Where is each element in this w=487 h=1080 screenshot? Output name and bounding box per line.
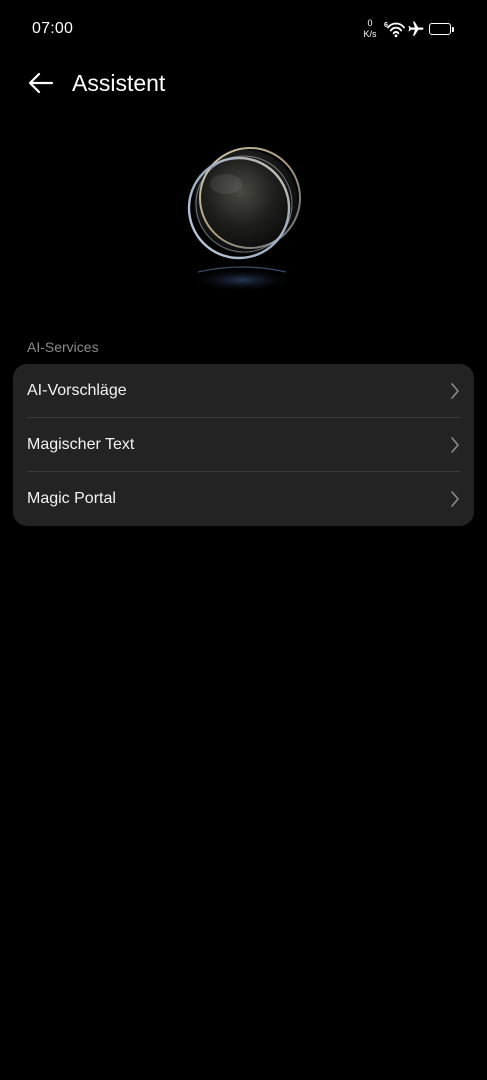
- battery-level: 45: [434, 23, 445, 33]
- section-label-ai-services: AI-Services: [27, 339, 99, 355]
- chevron-right-icon: [451, 437, 459, 453]
- app-header: Assistent: [0, 58, 487, 108]
- network-speed-unit: K/s: [363, 29, 377, 39]
- back-arrow-icon[interactable]: [26, 68, 56, 98]
- status-time: 07:00: [32, 20, 74, 37]
- chevron-right-icon: [451, 491, 459, 507]
- airplane-mode-icon: [408, 21, 424, 36]
- list-item-label: AI-Vorschläge: [27, 382, 127, 399]
- chevron-right-icon: [451, 383, 459, 399]
- list-item-magischer-text[interactable]: Magischer Text: [13, 418, 474, 472]
- wifi-icon: 6: [384, 22, 405, 38]
- battery-icon: 45: [429, 23, 451, 35]
- assistant-orb-illustration: [187, 147, 301, 292]
- page-title: Assistent: [72, 70, 166, 96]
- network-speed: 0 K/s: [358, 18, 382, 40]
- ai-services-card: AI-Vorschläge Magischer Text Magic Porta…: [13, 364, 474, 526]
- list-item-label: Magic Portal: [27, 490, 116, 507]
- list-item-label: Magischer Text: [27, 436, 135, 453]
- battery-cap: [452, 27, 454, 32]
- list-item-ai-vorschlaege[interactable]: AI-Vorschläge: [13, 364, 474, 418]
- list-item-magic-portal[interactable]: Magic Portal: [13, 472, 474, 526]
- status-bar: 07:00 0 K/s 6 45: [0, 0, 487, 60]
- network-speed-value: 0: [367, 18, 373, 28]
